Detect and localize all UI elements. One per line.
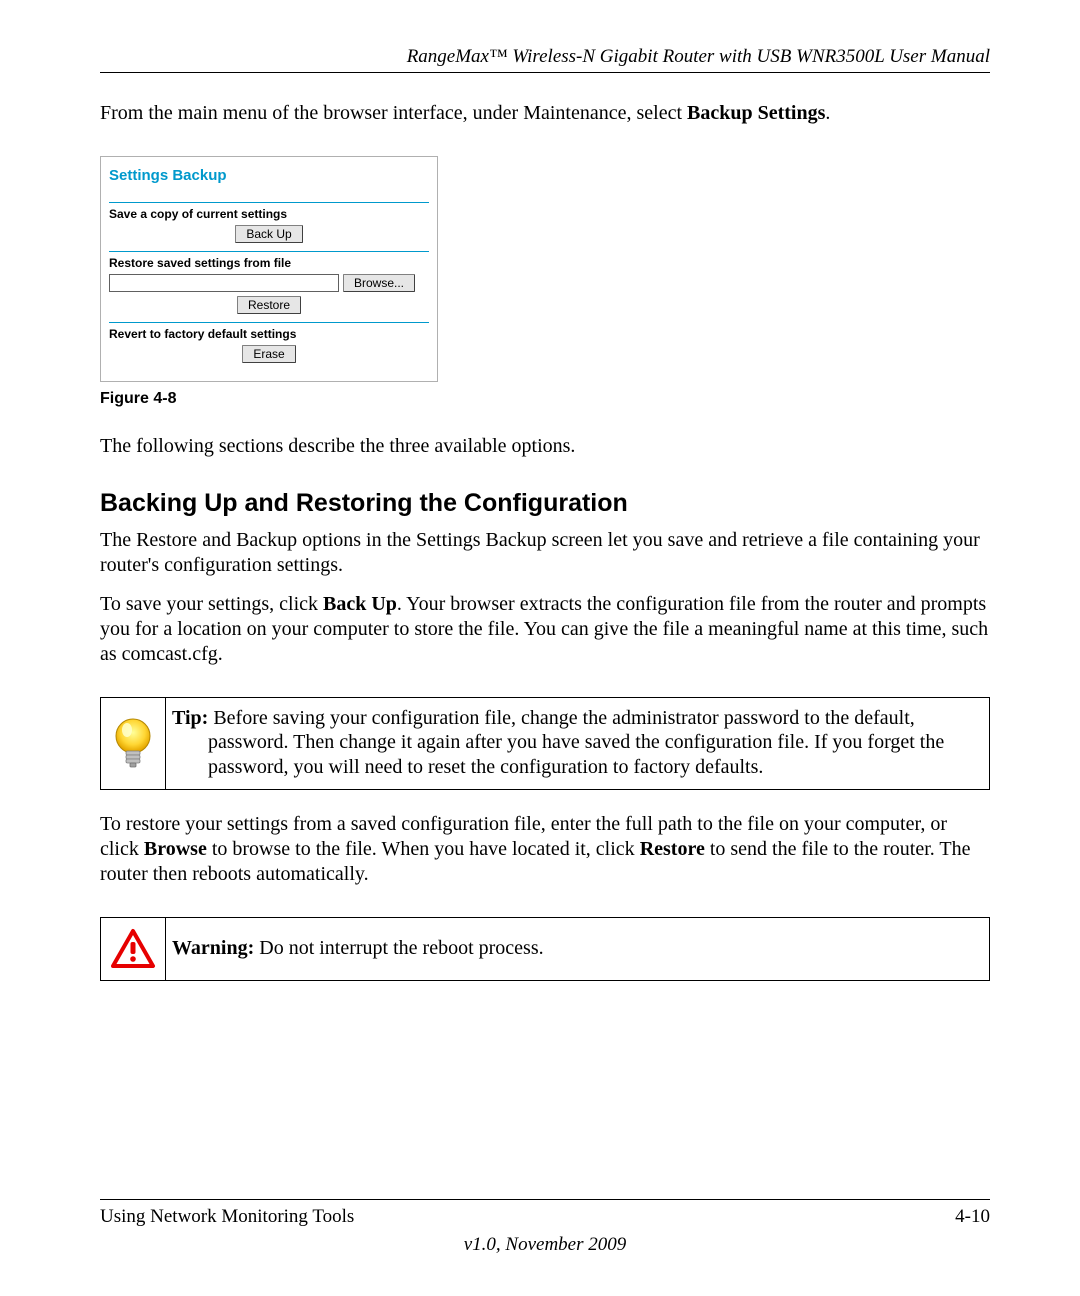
restore-paragraph: To restore your settings from a saved co… [100, 812, 990, 887]
revert-factory-label: Revert to factory default settings [109, 327, 429, 341]
page-footer: Using Network Monitoring Tools 4-10 v1.0… [100, 1199, 990, 1256]
ui-divider [109, 251, 429, 252]
tip-a: Before saving your configuration file, c… [208, 707, 914, 729]
ui-divider [109, 202, 429, 203]
running-header: RangeMax™ Wireless-N Gigabit Router with… [100, 46, 990, 68]
figure-label: Figure 4-8 [100, 390, 990, 408]
rp-d: Restore [640, 838, 705, 860]
manual-page: RangeMax™ Wireless-N Gigabit Router with… [0, 0, 1080, 1296]
tip-icon-cell [101, 698, 166, 789]
p2-a: To save your settings, click [100, 593, 323, 615]
warning-body: Do not interrupt the reboot process. [254, 937, 543, 959]
after-figure-text: The following sections describe the thre… [100, 434, 990, 459]
section-p1: The Restore and Backup options in the Se… [100, 528, 990, 578]
backup-button[interactable]: Back Up [235, 225, 302, 243]
tip-c: . Then change it again after you have sa… [208, 731, 944, 777]
warning-icon-cell [101, 918, 166, 980]
section-heading: Backing Up and Restoring the Configurati… [100, 489, 990, 518]
tip-label: Tip: [172, 707, 208, 729]
tip-text: Tip: Before saving your configuration fi… [166, 698, 989, 789]
save-copy-label: Save a copy of current settings [109, 207, 429, 221]
lightbulb-icon [111, 716, 155, 772]
header-rule [100, 72, 990, 73]
warning-triangle-icon [110, 928, 156, 970]
footer-left: Using Network Monitoring Tools [100, 1206, 354, 1228]
restore-file-input[interactable] [109, 274, 339, 292]
warning-label: Warning: [172, 937, 254, 959]
warning-callout: Warning: Do not interrupt the reboot pro… [100, 917, 990, 981]
ui-divider [109, 322, 429, 323]
intro-text: From the main menu of the browser interf… [100, 102, 687, 124]
restore-from-file-label: Restore saved settings from file [109, 256, 429, 270]
intro-bold: Backup Settings [687, 102, 825, 124]
intro-post: . [825, 102, 830, 124]
footer-right-page: 4-10 [955, 1206, 990, 1228]
footer-rule [100, 1199, 990, 1200]
tip-b: password [208, 731, 284, 753]
settings-backup-screenshot: Settings Backup Save a copy of current s… [100, 156, 438, 382]
warning-text: Warning: Do not interrupt the reboot pro… [166, 918, 558, 980]
rp-b: Browse [144, 838, 207, 860]
erase-button[interactable]: Erase [242, 345, 295, 363]
restore-button[interactable]: Restore [237, 296, 301, 314]
p2-b: Back Up [323, 593, 397, 615]
rp-c: to browse to the file. When you have loc… [207, 838, 640, 860]
section-p2: To save your settings, click Back Up. Yo… [100, 592, 990, 667]
browse-button[interactable]: Browse... [343, 274, 415, 292]
ui-panel-title: Settings Backup [109, 163, 429, 202]
intro-paragraph: From the main menu of the browser interf… [100, 101, 990, 126]
footer-version: v1.0, November 2009 [100, 1234, 990, 1256]
tip-callout: Tip: Before saving your configuration fi… [100, 697, 990, 790]
